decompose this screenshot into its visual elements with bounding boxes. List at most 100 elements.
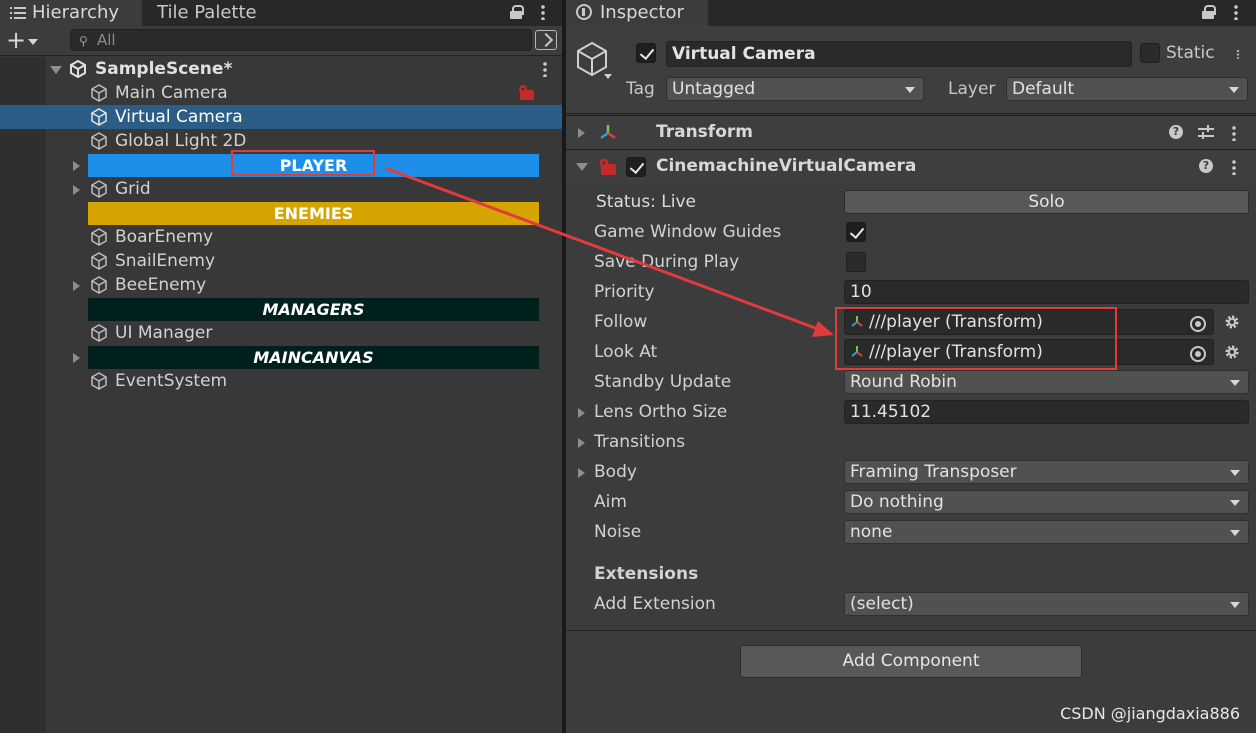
hierarchy-item-maincanvas[interactable]: MAINCANVAS (0, 345, 562, 369)
search-box[interactable]: ⚲ (70, 29, 532, 51)
hierarchy-item-label: ENEMIES (273, 204, 354, 223)
layer-label: Layer (948, 79, 996, 99)
noise-value: none (850, 522, 893, 542)
static-dropdown-icon[interactable] (1236, 49, 1240, 59)
fold-closed-icon[interactable] (73, 185, 80, 195)
add-extension-label: Add Extension (594, 594, 716, 614)
hierarchy-item-label: UI Manager (115, 323, 213, 343)
fold-closed-icon[interactable] (73, 353, 80, 363)
fold-closed-icon[interactable] (73, 281, 80, 291)
scene-name: SampleScene* (95, 59, 233, 79)
presets-icon[interactable] (1198, 125, 1214, 139)
scene-menu-icon[interactable] (543, 61, 547, 77)
help-icon[interactable]: ? (1169, 125, 1183, 139)
hierarchy-item-event-system[interactable]: EventSystem (0, 369, 562, 393)
add-extension-dropdown[interactable]: (select) (844, 592, 1249, 616)
component-divider (566, 630, 1256, 631)
aim-dropdown[interactable]: Do nothing (844, 490, 1249, 514)
gameobject-cube-icon (91, 180, 107, 198)
save-during-play-checkbox[interactable] (846, 252, 866, 272)
hierarchy-item-virtual-camera[interactable]: Virtual Camera (0, 105, 562, 129)
tab-inspector[interactable]: Inspector (566, 0, 708, 26)
tag-dropdown[interactable]: Untagged (666, 77, 924, 101)
hierarchy-item-label: BoarEnemy (115, 227, 214, 247)
active-checkbox[interactable] (636, 43, 656, 63)
managers-header-bar: MANAGERS (88, 298, 539, 321)
hierarchy-item-boar-enemy[interactable]: BoarEnemy (0, 225, 562, 249)
noise-dropdown[interactable]: none (844, 520, 1249, 544)
fold-open-icon[interactable] (576, 163, 588, 171)
component-menu-icon[interactable] (1232, 125, 1236, 141)
search-input[interactable] (97, 30, 517, 50)
create-button[interactable]: + (6, 28, 46, 52)
fold-closed-icon[interactable] (578, 128, 585, 138)
open-scene-icon[interactable] (535, 30, 557, 50)
gear-icon[interactable] (1224, 344, 1240, 360)
body-dropdown[interactable]: Framing Transposer (844, 460, 1249, 484)
annotation-box-player (231, 150, 375, 176)
tab-tile-palette[interactable]: Tile Palette (142, 0, 262, 26)
inspector-tab-bar: Inspector (566, 0, 1256, 26)
chevron-down-icon (28, 39, 38, 45)
vcam-component-header[interactable]: CinemachineVirtualCamera ? (566, 149, 1256, 183)
tab-hierarchy[interactable]: Hierarchy (0, 0, 142, 26)
hierarchy-item-enemies[interactable]: ENEMIES (0, 201, 562, 225)
gameobject-cube-icon (91, 228, 107, 246)
enemies-header-bar: ENEMIES (88, 202, 539, 225)
gameobject-icon[interactable] (576, 40, 612, 80)
hierarchy-item-bee-enemy[interactable]: BeeEnemy (0, 273, 562, 297)
lens-ortho-size-field[interactable]: 11.45102 (844, 400, 1249, 424)
hierarchy-item-snail-enemy[interactable]: SnailEnemy (0, 249, 562, 273)
scene-row[interactable]: SampleScene* (0, 57, 562, 81)
gameobject-cube-icon (91, 108, 107, 126)
search-icon: ⚲ (79, 34, 88, 48)
aim-value: Do nothing (850, 492, 944, 512)
gameobject-cube-icon (91, 132, 107, 150)
tab-hierarchy-label: Hierarchy (32, 2, 120, 23)
transform-component-header[interactable]: Transform ? (566, 115, 1256, 149)
cinemachine-camera-icon (599, 158, 616, 175)
object-name-value: Virtual Camera (672, 44, 816, 64)
gameobject-cube-icon (91, 372, 107, 390)
hierarchy-icon (10, 7, 26, 19)
more-options-icon[interactable] (1234, 4, 1238, 20)
look-at-label: Look At (594, 342, 658, 362)
save-during-play-label: Save During Play (594, 252, 740, 272)
hierarchy-item-label: Main Camera (115, 83, 228, 103)
gear-icon[interactable] (1224, 314, 1240, 330)
fold-open-icon[interactable] (50, 66, 62, 74)
gameobject-cube-icon (91, 84, 107, 102)
hierarchy-item-label: BeeEnemy (115, 275, 207, 295)
static-checkbox[interactable] (1140, 43, 1160, 63)
add-component-button[interactable]: Add Component (740, 645, 1082, 678)
component-enabled-checkbox[interactable] (626, 157, 646, 177)
standby-update-dropdown[interactable]: Round Robin (844, 370, 1249, 394)
hierarchy-item-managers[interactable]: MANAGERS (0, 297, 562, 321)
object-name-field[interactable]: Virtual Camera (666, 41, 1132, 67)
fold-closed-icon[interactable] (578, 408, 585, 418)
component-menu-icon[interactable] (1232, 159, 1236, 175)
object-picker-icon[interactable] (1190, 316, 1206, 332)
tab-tile-palette-label: Tile Palette (157, 2, 257, 23)
more-options-icon[interactable] (541, 4, 545, 20)
hierarchy-item-label: Grid (115, 179, 151, 199)
fold-closed-icon[interactable] (73, 161, 80, 171)
noise-label: Noise (594, 522, 642, 542)
hierarchy-item-main-camera[interactable]: Main Camera (0, 81, 562, 105)
priority-field[interactable]: 10 (844, 280, 1249, 304)
solo-button[interactable]: Solo (844, 190, 1249, 214)
lock-icon[interactable] (510, 5, 524, 19)
help-icon[interactable]: ? (1199, 159, 1213, 173)
maincanvas-header-bar: MAINCANVAS (88, 346, 539, 369)
game-window-guides-checkbox[interactable] (846, 222, 866, 242)
transitions-label[interactable]: Transitions (594, 430, 685, 454)
object-picker-icon[interactable] (1190, 346, 1206, 362)
hierarchy-item-grid[interactable]: Grid (0, 177, 562, 201)
fold-closed-icon[interactable] (578, 438, 585, 448)
status-label: Status: Live (596, 192, 697, 212)
hierarchy-panel: Hierarchy Tile Palette + ⚲ SampleScene* (0, 0, 562, 733)
fold-closed-icon[interactable] (578, 468, 585, 478)
layer-dropdown[interactable]: Default (1006, 77, 1248, 101)
lock-icon[interactable] (1202, 5, 1216, 19)
hierarchy-item-ui-manager[interactable]: UI Manager (0, 321, 562, 345)
